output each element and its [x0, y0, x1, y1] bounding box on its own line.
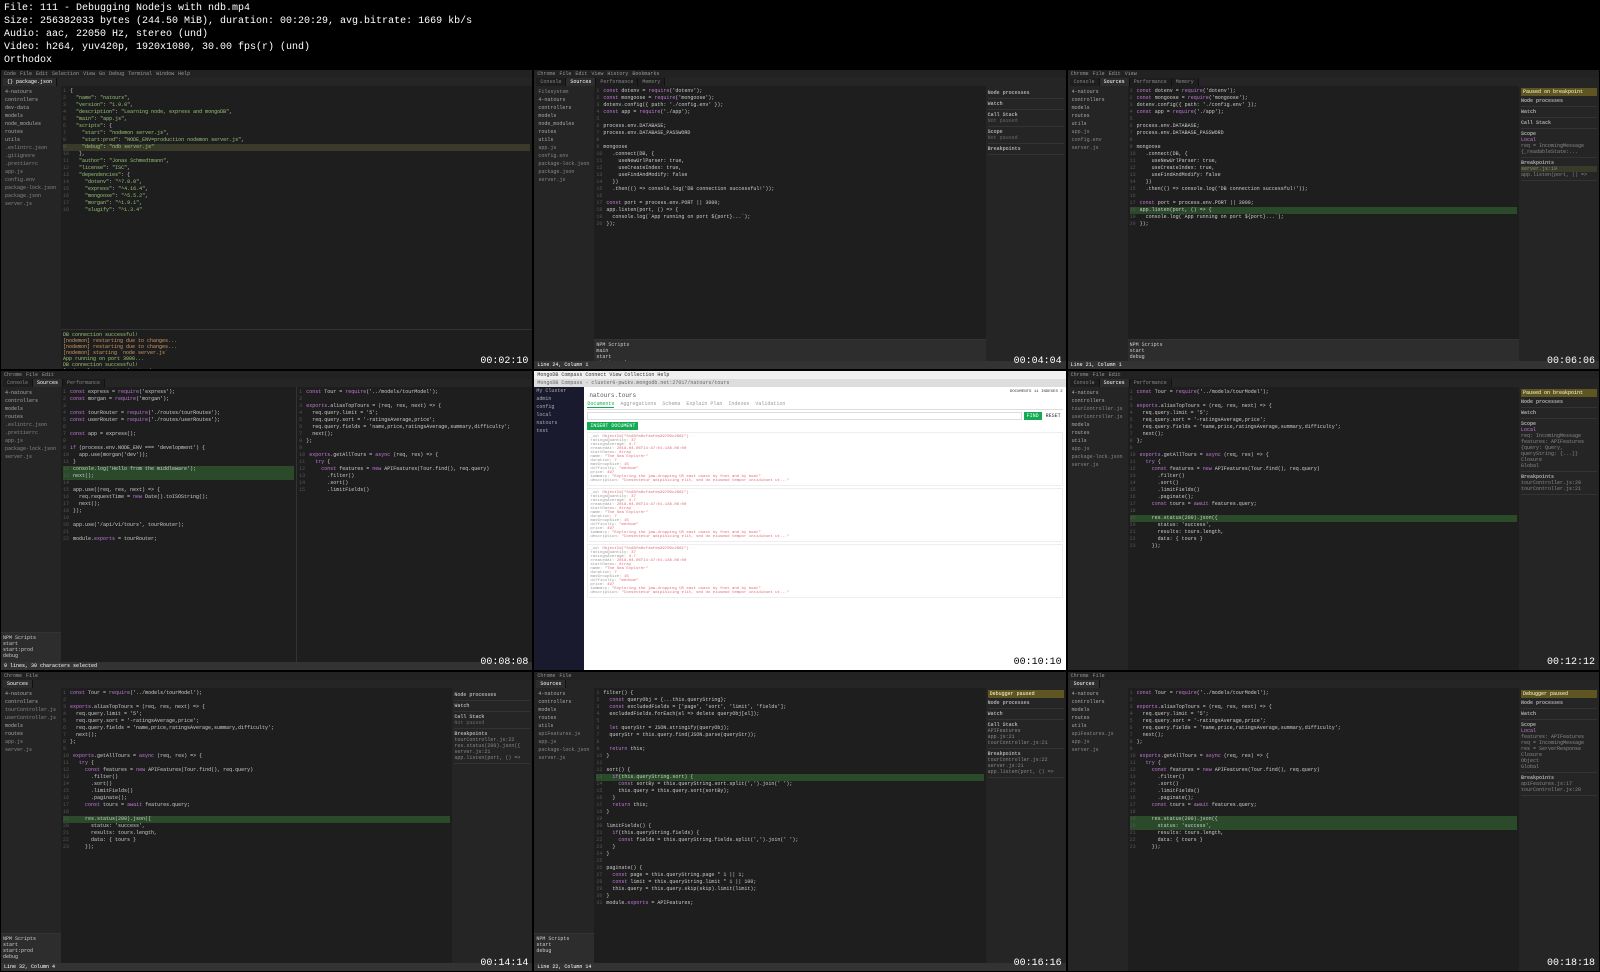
code-editor[interactable]: 1{2 "name": "natours",3 "version": "1.0.… [61, 86, 532, 329]
compass-url: MongoDB Compass - cluster0-pwikv.mongodb… [534, 379, 1065, 387]
timestamp: 00:04:04 [1014, 356, 1062, 367]
find-button[interactable]: FIND [1024, 412, 1042, 420]
tab-memory[interactable]: Memory [638, 78, 665, 86]
thumbnail-7: ChromeFile Sources 4-natours controllers… [0, 671, 533, 972]
statusbar: Line 24, Column 1 [534, 361, 1065, 369]
terminal[interactable]: DB connection successful![nodemon] resta… [61, 329, 532, 369]
timestamp: 00:18:18 [1547, 958, 1595, 969]
debugger-paused-banner: Debugger paused [988, 690, 1064, 698]
file-package-json[interactable]: package.json [3, 192, 59, 200]
timestamp: 00:02:10 [480, 356, 528, 367]
statusbar: Line 22, Column 14 [534, 963, 1065, 971]
source-editor-app[interactable]: 1const express = require('express');2con… [61, 387, 296, 670]
compass-main: natours.tours DOCUMENTS 11 INDEXES 2 Doc… [584, 387, 1065, 670]
tab-performance[interactable]: Performance [596, 78, 638, 86]
debug-panel: Paused on breakpoint Node processes Watc… [1519, 86, 1599, 369]
source-editor[interactable]: 1const dotenv = require('dotenv');2const… [1128, 86, 1519, 339]
thumbnail-9: ChromeFile Sources 4-natours controllers… [1067, 671, 1600, 972]
statusbar: Line 32, Column 4 [1, 963, 532, 971]
file-server-js[interactable]: server.js [3, 200, 59, 208]
editor-tabs: {} package.json [1, 78, 532, 86]
file-prettierrc[interactable]: .prettierrc [3, 160, 59, 168]
debug-panel: Node processes Watch Call StackNot pause… [986, 86, 1066, 369]
statusbar: Line 21, Column 1 [1068, 361, 1599, 369]
thumbnail-5-compass: MongoDB Compass Connect View Collection … [533, 370, 1066, 671]
reset-button[interactable]: RESET [1044, 412, 1063, 420]
filesystem-panel: 4-natours controllers models routes .esl… [1, 387, 61, 670]
statusbar: 9 lines, 30 characters selected [1, 662, 532, 670]
source-editor[interactable]: 1const dotenv = require('dotenv');2const… [594, 86, 985, 339]
filesystem-panel: 4-natours controllers models routes util… [1068, 688, 1128, 971]
paused-banner: Paused on breakpoint [1521, 88, 1597, 96]
timestamp: 00:10:10 [1014, 657, 1062, 668]
insert-button[interactable]: INSERT DOCUMENT [587, 422, 638, 430]
thumbnail-4: ChromeFileEdit Console Sources Performan… [0, 370, 533, 671]
debug-panel: Node processes Watch Call StackNot pause… [452, 688, 532, 971]
timestamp: 00:14:14 [480, 958, 528, 969]
paused-banner: Paused on breakpoint [1521, 389, 1597, 397]
filesystem-panel: 4-natours controllers models routes util… [1068, 86, 1128, 369]
source-editor[interactable]: 1const Tour = require('../models/tourMod… [1128, 387, 1519, 670]
filesystem-panel: 4-natours controllers tourController.js … [1, 688, 61, 971]
folder-models[interactable]: models [3, 112, 59, 120]
npm-scripts: NPM Scripts start start:prod debug [1, 933, 61, 963]
file-app-js[interactable]: app.js [3, 168, 59, 176]
debug-panel: Paused on breakpoint Node processes Watc… [1519, 387, 1599, 670]
collection-title: natours.tours [587, 390, 638, 401]
npm-scripts: NPM Scripts start debug [534, 933, 594, 963]
thumbnail-grid: CodeFileEditSelectionViewGoDebugTerminal… [0, 69, 1600, 972]
timestamp: 00:16:16 [1014, 958, 1062, 969]
npm-scripts: NPM Scripts start start:prod debug [1, 632, 61, 662]
filesystem-panel: 4-natours controllers models routes util… [534, 688, 594, 971]
source-editor[interactable]: 1const Tour = require('../models/tourMod… [61, 688, 452, 971]
thumbnail-6: ChromeFileEdit Console Sources Performan… [1067, 370, 1600, 671]
timestamp: 00:12:12 [1547, 657, 1595, 668]
folder-routes[interactable]: routes [3, 128, 59, 136]
timestamp: 00:06:06 [1547, 356, 1595, 367]
folder-natours[interactable]: 4-natours [3, 88, 59, 96]
file-eslintrc[interactable]: .eslintrc.json [3, 144, 59, 152]
file-gitignore[interactable]: .gitignore [3, 152, 59, 160]
folder-node-modules[interactable]: node_modules [3, 120, 59, 128]
filesystem-tab[interactable]: Filesystem [536, 88, 592, 96]
folder-controllers[interactable]: controllers [3, 96, 59, 104]
tab-console[interactable]: Console [536, 78, 566, 86]
document-card-2[interactable]: _id: ObjectId("5c88fa8cf4afda39709c2961"… [587, 488, 1062, 542]
file-explorer: 4-natours controllers dev-data models no… [1, 86, 61, 369]
filter-input[interactable] [587, 412, 1021, 420]
debug-panel: Debugger paused Node processes Watch Sco… [1519, 688, 1599, 971]
compass-sidebar: My Cluster admin config local natours te… [534, 387, 584, 670]
timestamp: 00:08:08 [480, 657, 528, 668]
document-card-1[interactable]: _id: ObjectId("5c88fa8cf4afda39709c2961"… [587, 432, 1062, 486]
debug-panel: Debugger paused Node processes Watch Cal… [986, 688, 1066, 971]
thumbnail-2: ChromeFileEditViewHistoryBookmarks Conso… [533, 69, 1066, 370]
tab-sources[interactable]: Sources [566, 78, 596, 86]
filesystem-panel: 4-natours controllers tourController.js … [1068, 387, 1128, 670]
compass-tabs: Documents Aggregations Schema Explain Pl… [587, 401, 1062, 410]
folder-utils[interactable]: utils [3, 136, 59, 144]
debugger-paused-banner: Debugger paused [1521, 690, 1597, 698]
document-card-3[interactable]: _id: ObjectId("5c88fa8cf4afda39709c2961"… [587, 544, 1062, 598]
file-config-env[interactable]: config.env [3, 176, 59, 184]
thumbnail-8: ChromeFile Sources 4-natours controllers… [533, 671, 1066, 972]
video-metadata: File: 111 - Debugging Nodejs with ndb.mp… [0, 0, 1600, 69]
file-package-lock[interactable]: package-lock.json [3, 184, 59, 192]
thumbnail-3: ChromeFileEditView Console Sources Perfo… [1067, 69, 1600, 370]
source-editor[interactable]: 1filter() {2 const queryObj = {...this.q… [594, 688, 985, 971]
filesystem-panel: Filesystem 4-natours controllers models … [534, 86, 594, 369]
folder-dev-data[interactable]: dev-data [3, 104, 59, 112]
vscode-menubar: CodeFileEditSelectionViewGoDebugTerminal… [1, 70, 532, 78]
thumbnail-1: CodeFileEditSelectionViewGoDebugTerminal… [0, 69, 533, 370]
source-editor[interactable]: 1const Tour = require('../models/tourMod… [1128, 688, 1519, 971]
tab-package-json[interactable]: {} package.json [3, 78, 57, 86]
source-editor-aux[interactable]: 1const Tour = require('../models/tourMod… [296, 387, 532, 670]
chrome-menubar: ChromeFileEditViewHistoryBookmarks [534, 70, 1065, 78]
